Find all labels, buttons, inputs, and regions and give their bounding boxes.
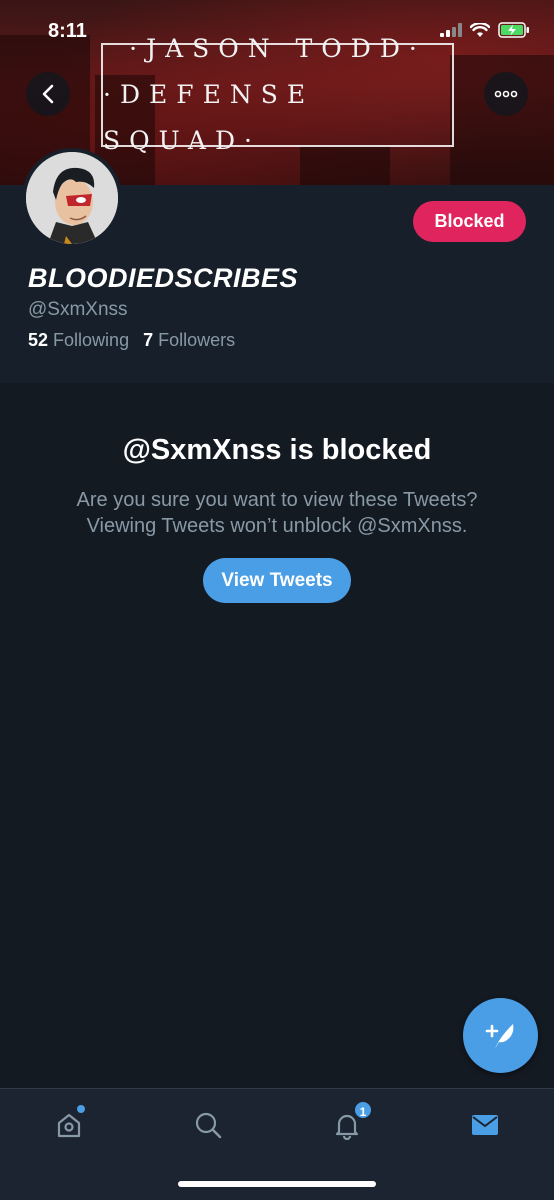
followers-count: 7: [143, 330, 154, 350]
banner-title-line2: ·DEFENSE SQUAD·: [103, 80, 315, 155]
back-arrow-icon: [42, 84, 54, 104]
blocked-notice-body: Are you sure you want to view these Twee…: [0, 487, 554, 539]
blocked-notice-line1: Are you sure you want to view these Twee…: [76, 489, 478, 511]
back-button[interactable]: [26, 72, 70, 116]
messages-envelope-icon: [472, 1115, 498, 1135]
home-indicator[interactable]: [178, 1181, 376, 1187]
following-link[interactable]: 52 Following: [28, 330, 129, 351]
view-tweets-button[interactable]: View Tweets: [203, 558, 351, 603]
more-dots-icon: [494, 90, 518, 98]
follow-counts: 52 Following 7 Followers: [28, 330, 235, 351]
status-icons: [440, 22, 530, 38]
blocked-notice-line2: Viewing Tweets won’t unblock @SxmXnss.: [86, 515, 468, 537]
profile-handle: @SxmXnss: [28, 299, 128, 320]
more-options-button[interactable]: [484, 72, 528, 116]
home-new-dot: [77, 1105, 85, 1113]
compose-tweet-icon: [485, 1023, 513, 1049]
notifications-badge: 1: [353, 1100, 373, 1120]
tab-messages[interactable]: [463, 1103, 507, 1147]
followers-link[interactable]: 7 Followers: [143, 330, 235, 351]
avatar-illustration: [26, 152, 118, 244]
cellular-signal-icon: [440, 23, 462, 37]
avatar[interactable]: [22, 148, 122, 248]
display-name: BLOODIEDSCRIBES: [28, 263, 299, 293]
blocked-notice-title: @SxmXnss is blocked: [122, 434, 432, 466]
followers-label: Followers: [158, 330, 236, 350]
search-icon: [195, 1112, 222, 1139]
compose-tweet-button[interactable]: [463, 998, 538, 1073]
status-bar: 8:11: [0, 0, 554, 64]
following-label: Following: [53, 330, 130, 350]
tab-home[interactable]: [47, 1103, 91, 1147]
blocked-button[interactable]: Blocked: [413, 201, 526, 242]
tab-notifications[interactable]: 1: [325, 1100, 373, 1147]
home-icon: [57, 1113, 81, 1138]
tab-search[interactable]: [186, 1103, 230, 1147]
wifi-icon: [470, 22, 490, 37]
status-time: 8:11: [48, 20, 87, 42]
following-count: 52: [28, 330, 49, 350]
battery-charging-icon: [498, 22, 529, 38]
